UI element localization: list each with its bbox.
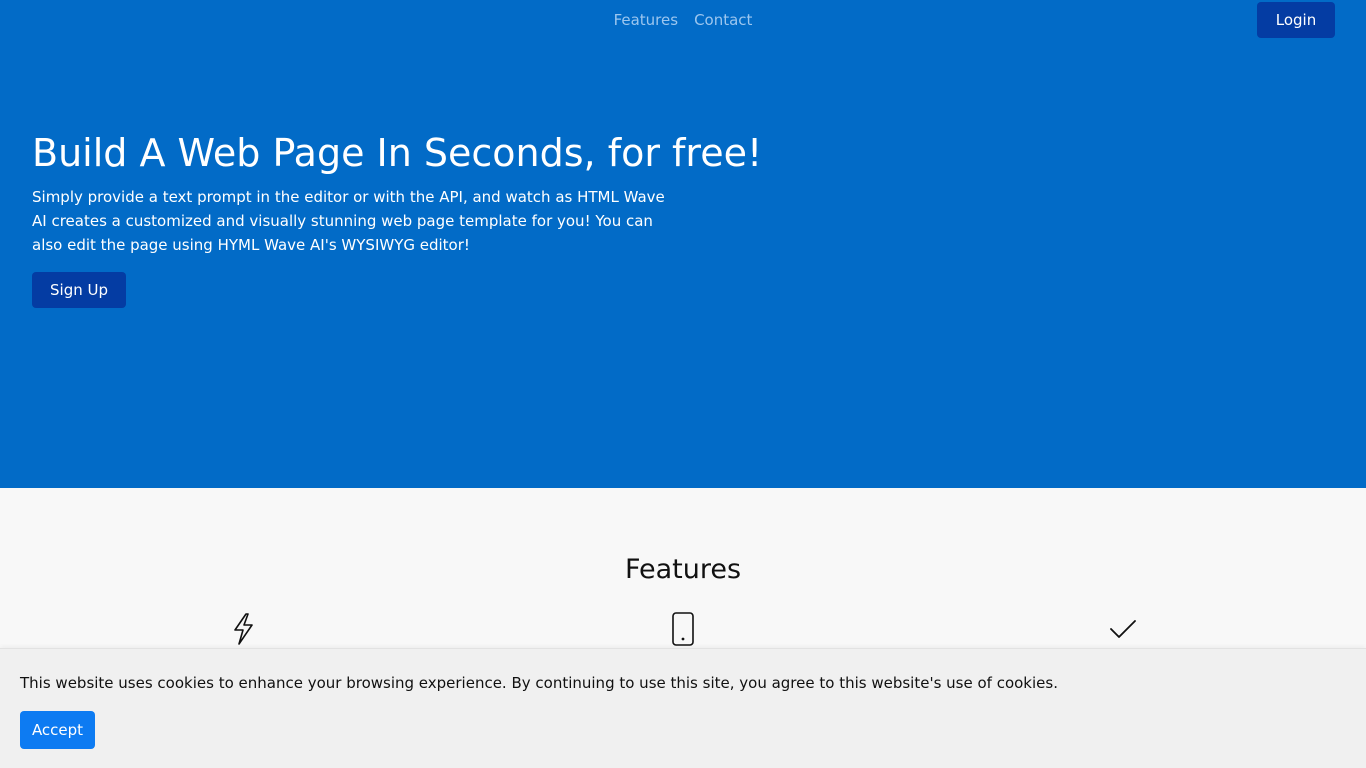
lightning-icon [234,613,253,645]
login-button[interactable]: Login [1257,2,1335,38]
sign-up-button[interactable]: Sign Up [32,272,126,308]
page: Features Contact Login Build A Web Page … [0,0,1366,768]
cookie-notice-text: This website uses cookies to enhance you… [20,674,1058,692]
top-nav: Features Contact [0,11,1366,29]
hero-section: Features Contact Login Build A Web Page … [0,0,1366,488]
nav-link-contact[interactable]: Contact [694,11,752,29]
hero-title: Build A Web Page In Seconds, for free! [32,131,763,175]
cookie-banner: This website uses cookies to enhance you… [0,648,1366,768]
checkmark-icon [1110,620,1136,638]
nav-link-features[interactable]: Features [614,11,679,29]
smartphone-icon [672,612,694,646]
hero-description: Simply provide a text prompt in the edit… [32,188,665,254]
accept-cookies-button[interactable]: Accept [20,711,95,749]
features-heading: Features [624,554,742,585]
